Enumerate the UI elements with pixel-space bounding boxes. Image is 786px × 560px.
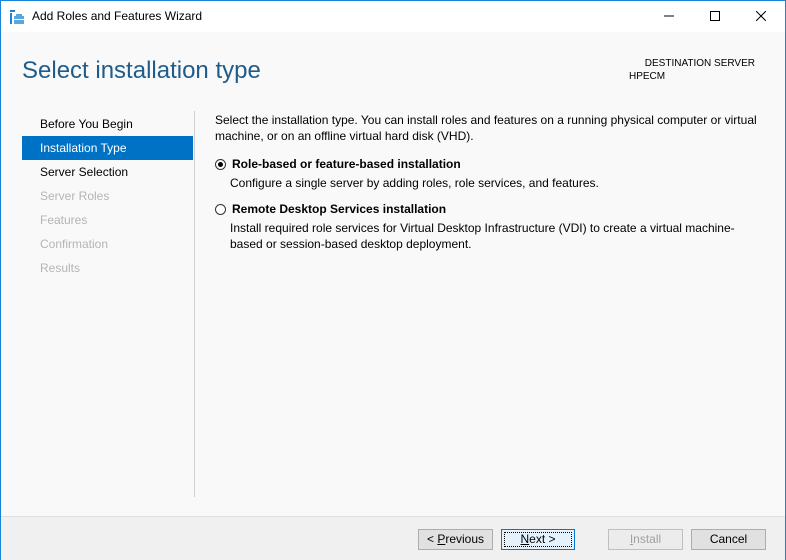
nav-step-server-roles: Server Roles: [40, 189, 110, 203]
next-button[interactable]: Next >: [501, 529, 575, 550]
content-pane: Select the installation type. You can in…: [215, 112, 765, 262]
wizard-steps-nav: Before You Begin Installation Type Serve…: [22, 112, 193, 280]
server-manager-icon: [10, 10, 24, 24]
remote-desktop-description: Install required role services for Virtu…: [230, 221, 735, 251]
nav-divider: [194, 111, 195, 497]
remote-desktop-radio[interactable]: [215, 203, 226, 215]
remote-desktop-label[interactable]: Remote Desktop Services installation: [232, 201, 446, 217]
nav-step-installation-type[interactable]: Installation Type: [22, 136, 193, 160]
title-bar[interactable]: Add Roles and Features Wizard: [1, 1, 785, 32]
wizard-window: Add Roles and Features Wizard Select ins…: [0, 0, 786, 560]
option-role-based[interactable]: Role-based or feature-based installation…: [215, 156, 765, 191]
role-based-radio[interactable]: [215, 158, 226, 170]
destination-server-label: DESTINATION SERVER: [644, 58, 755, 69]
close-button[interactable]: [738, 1, 784, 31]
maximize-icon: [710, 11, 720, 21]
cancel-button[interactable]: Cancel: [691, 529, 766, 550]
page-title: Select installation type: [22, 57, 261, 84]
close-icon: [756, 11, 766, 21]
nav-step-features: Features: [40, 213, 88, 227]
maximize-button[interactable]: [692, 1, 738, 31]
nav-step-confirmation: Confirmation: [40, 237, 109, 251]
nav-step-server-selection[interactable]: Server Selection: [22, 160, 193, 184]
previous-rest: revious: [445, 532, 485, 546]
nav-step-results: Results: [40, 261, 81, 275]
install-button: Install: [608, 529, 683, 550]
previous-button[interactable]: < Previous: [418, 529, 493, 550]
install-rest: nstall: [633, 532, 662, 546]
button-bar: < Previous Next > Install Cancel: [1, 516, 785, 560]
destination-server-name: HPECM: [629, 71, 666, 82]
nav-step-before-you-begin[interactable]: Before You Begin: [22, 112, 193, 136]
minimize-icon: [664, 15, 674, 17]
previous-prefix: <: [426, 532, 438, 546]
role-based-label[interactable]: Role-based or feature-based installation: [232, 156, 461, 172]
role-based-description: Configure a single server by adding role…: [230, 176, 599, 190]
option-remote-desktop[interactable]: Remote Desktop Services installation Ins…: [215, 201, 765, 252]
next-rest: ext >: [529, 532, 556, 546]
window-title: Add Roles and Features Wizard: [32, 9, 203, 23]
next-mnemonic: N: [520, 532, 530, 546]
intro-text: Select the installation type. You can in…: [215, 113, 757, 143]
minimize-button[interactable]: [646, 1, 692, 31]
